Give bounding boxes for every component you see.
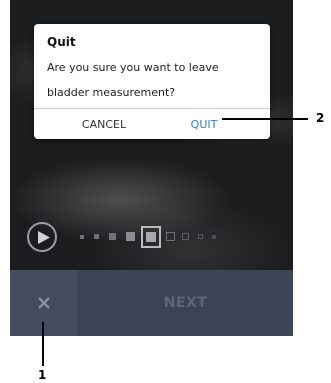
callout-label-2: 2 — [316, 111, 325, 125]
frame-dot — [109, 233, 116, 240]
frame-dot — [94, 234, 99, 239]
callout-line-2 — [222, 118, 308, 120]
quit-button[interactable]: QUIT — [174, 109, 234, 139]
play-button[interactable] — [27, 222, 57, 252]
frame-dot — [182, 233, 189, 240]
bottom-toolbar: NEXT — [10, 270, 293, 336]
cancel-button[interactable]: CANCEL — [34, 109, 174, 139]
frame-dot — [166, 232, 175, 241]
dialog-title: Quit — [47, 35, 76, 49]
callout-label-1: 1 — [38, 368, 47, 382]
play-icon — [38, 231, 50, 244]
close-icon — [38, 297, 50, 309]
frame-dot — [80, 235, 84, 239]
quit-dialog: Quit Are you sure you want to leave blad… — [34, 24, 270, 139]
frame-dot — [146, 232, 156, 242]
frame-dot — [126, 232, 135, 241]
dialog-message: Are you sure you want to leave bladder m… — [47, 61, 219, 99]
frame-dot — [212, 235, 216, 239]
callout-line-1 — [42, 322, 44, 366]
frame-dot — [198, 234, 203, 239]
next-button[interactable]: NEXT — [78, 270, 293, 336]
close-button[interactable] — [10, 270, 78, 336]
